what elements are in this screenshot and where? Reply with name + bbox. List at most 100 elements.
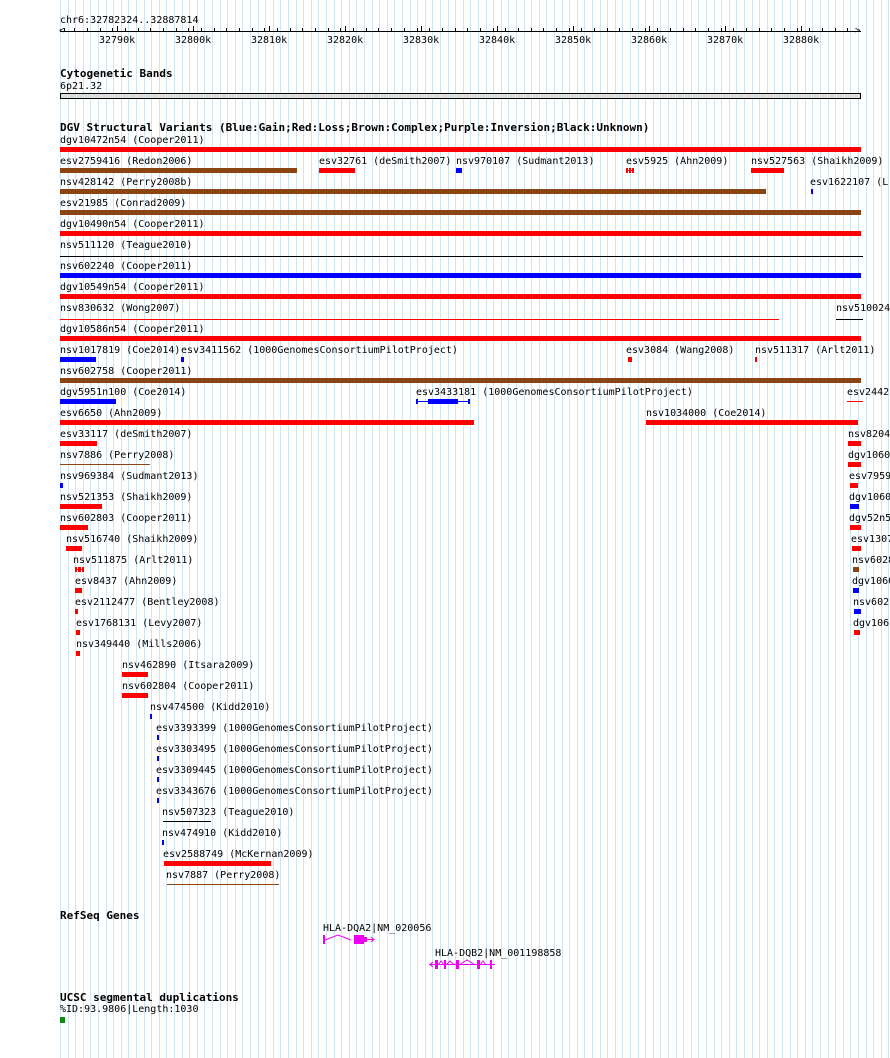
dgv-variant-bar[interactable] bbox=[319, 168, 355, 173]
dgv-variant-label[interactable]: nsv1034000 (Coe2014) bbox=[646, 408, 766, 419]
dgv-variant-bar[interactable] bbox=[157, 777, 159, 782]
dgv-variant-label[interactable]: nsv349440 (Mills2006) bbox=[76, 639, 202, 650]
dgv-variant-bar[interactable] bbox=[163, 821, 211, 822]
dgv-variant-label[interactable]: esv2112477 (Bentley2008) bbox=[75, 597, 220, 608]
dgv-variant-bar[interactable] bbox=[122, 672, 148, 677]
dgv-variant-bar[interactable] bbox=[416, 399, 470, 404]
dgv-variant-label[interactable]: dgv106 bbox=[853, 618, 889, 629]
dgv-variant-bar[interactable] bbox=[850, 504, 859, 509]
dgv-variant-bar[interactable] bbox=[60, 273, 861, 278]
dgv-variant-label[interactable]: nsv6028 bbox=[852, 555, 890, 566]
dgv-variant-label[interactable]: nsv462890 (Itsara2009) bbox=[122, 660, 254, 671]
dgv-variant-label[interactable]: esv3343676 (1000GenomesConsortiumPilotPr… bbox=[156, 786, 433, 797]
dgv-variant-bar[interactable] bbox=[60, 210, 861, 215]
dgv-variant-bar[interactable] bbox=[854, 630, 860, 635]
dgv-variant-label[interactable]: nsv507323 (Teague2010) bbox=[162, 807, 294, 818]
gene-model-hla-dqa2[interactable] bbox=[318, 932, 378, 946]
dgv-variant-bar[interactable] bbox=[157, 798, 159, 803]
dgv-variant-bar[interactable] bbox=[811, 189, 813, 194]
dgv-variant-bar[interactable] bbox=[157, 735, 159, 740]
dgv-variant-bar[interactable] bbox=[60, 147, 861, 152]
dgv-variant-bar[interactable] bbox=[60, 256, 863, 257]
dgv-variant-label[interactable]: esv2759416 (Redon2006) bbox=[60, 156, 192, 167]
dgv-variant-bar[interactable] bbox=[751, 168, 784, 173]
dgv-variant-label[interactable]: nsv511317 (Arlt2011) bbox=[755, 345, 875, 356]
cytoband-track-title[interactable]: Cytogenetic Bands bbox=[60, 68, 173, 80]
dgv-variant-label[interactable]: nsv602803 (Cooper2011) bbox=[60, 513, 192, 524]
dgv-variant-label[interactable]: nsv7886 (Perry2008) bbox=[60, 450, 174, 461]
dgv-variant-bar[interactable] bbox=[60, 464, 150, 465]
gene-model-hla-dqb2[interactable] bbox=[425, 957, 500, 971]
dgv-variant-bar[interactable] bbox=[167, 884, 279, 885]
dgv-variant-bar[interactable] bbox=[60, 336, 861, 341]
dgv-variant-bar[interactable] bbox=[836, 319, 863, 320]
dgv-variant-label[interactable]: esv33117 (deSmith2007) bbox=[60, 429, 192, 440]
dgv-variant-label[interactable]: esv2442 bbox=[847, 387, 889, 398]
dgv-variant-label[interactable]: esv1768131 (Levy2007) bbox=[76, 618, 202, 629]
dgv-variant-bar[interactable] bbox=[852, 546, 861, 551]
dgv-variant-bar[interactable] bbox=[848, 441, 861, 446]
dgv-variant-label[interactable]: esv7959 bbox=[849, 471, 890, 482]
dgv-variant-bar[interactable] bbox=[626, 168, 634, 173]
dgv-variant-label[interactable]: esv6650 (Ahn2009) bbox=[60, 408, 162, 419]
dgv-variant-label[interactable]: nsv527563 (Shaikh2009) bbox=[751, 156, 883, 167]
dgv-variant-label[interactable]: nsv516740 (Shaikh2009) bbox=[66, 534, 198, 545]
dgv-variant-label[interactable]: nsv602 bbox=[853, 597, 889, 608]
dgv-variant-bar[interactable] bbox=[850, 483, 858, 488]
dgv-variant-bar[interactable] bbox=[60, 441, 97, 446]
dgv-track-title[interactable]: DGV Structural Variants (Blue:Gain;Red:L… bbox=[60, 122, 649, 134]
dgv-variant-bar[interactable] bbox=[122, 693, 148, 698]
dgv-variant-label[interactable]: nsv474500 (Kidd2010) bbox=[150, 702, 270, 713]
dgv-variant-bar[interactable] bbox=[850, 525, 861, 530]
dgv-variant-bar[interactable] bbox=[60, 399, 116, 404]
dgv-variant-label[interactable]: nsv521353 (Shaikh2009) bbox=[60, 492, 192, 503]
dgv-variant-label[interactable]: dgv5951n100 (Coe2014) bbox=[60, 387, 186, 398]
dgv-variant-bar[interactable] bbox=[853, 567, 859, 572]
dgv-variant-label[interactable]: esv32761 (deSmith2007) bbox=[319, 156, 451, 167]
dgv-variant-bar[interactable] bbox=[854, 609, 861, 614]
dgv-variant-label[interactable]: nsv830632 (Wong2007) bbox=[60, 303, 180, 314]
dgv-variant-label[interactable]: nsv602758 (Cooper2011) bbox=[60, 366, 192, 377]
dgv-variant-label[interactable]: dgv1060 bbox=[852, 576, 890, 587]
dgv-variant-bar[interactable] bbox=[60, 189, 766, 194]
dgv-variant-label[interactable]: esv3411562 (1000GenomesConsortiumPilotPr… bbox=[181, 345, 458, 356]
cytoband-bar[interactable] bbox=[60, 93, 861, 99]
dgv-variant-label[interactable]: nsv511875 (Arlt2011) bbox=[73, 555, 193, 566]
dgv-variant-label[interactable]: nsv511120 (Teague2010) bbox=[60, 240, 192, 251]
dgv-variant-bar[interactable] bbox=[60, 483, 63, 488]
dgv-variant-bar[interactable] bbox=[847, 401, 863, 402]
dgv-variant-bar[interactable] bbox=[853, 588, 859, 593]
dgv-variant-bar[interactable] bbox=[628, 357, 632, 362]
dgv-variant-bar[interactable] bbox=[60, 504, 102, 509]
dgv-variant-label[interactable]: nsv8204 bbox=[848, 429, 890, 440]
dgv-variant-label[interactable]: nsv474910 (Kidd2010) bbox=[162, 828, 282, 839]
dgv-variant-label[interactable]: esv8437 (Ahn2009) bbox=[75, 576, 177, 587]
dgv-variant-label[interactable]: nsv602240 (Cooper2011) bbox=[60, 261, 192, 272]
dgv-variant-label[interactable]: esv1622107 (L bbox=[810, 177, 888, 188]
segdup-track-title[interactable]: UCSC segmental duplications bbox=[60, 992, 239, 1004]
dgv-variant-label[interactable]: nsv970107 (Sudmant2013) bbox=[456, 156, 594, 167]
dgv-variant-bar[interactable] bbox=[456, 168, 462, 173]
dgv-variant-bar[interactable] bbox=[646, 420, 858, 425]
dgv-variant-label[interactable]: nsv510024 bbox=[836, 303, 890, 314]
dgv-variant-label[interactable]: esv1307 bbox=[851, 534, 890, 545]
dgv-variant-label[interactable]: nsv1017819 (Coe2014) bbox=[60, 345, 180, 356]
dgv-variant-bar[interactable] bbox=[60, 231, 861, 236]
segdup-feature[interactable] bbox=[60, 1017, 65, 1023]
dgv-variant-label[interactable]: dgv1060 bbox=[848, 450, 890, 461]
dgv-variant-label[interactable]: dgv10586n54 (Cooper2011) bbox=[60, 324, 205, 335]
dgv-variant-bar[interactable] bbox=[60, 357, 96, 362]
dgv-variant-label[interactable]: dgv52n5 bbox=[849, 513, 890, 524]
dgv-variant-bar[interactable] bbox=[75, 609, 78, 614]
dgv-variant-bar[interactable] bbox=[60, 319, 779, 320]
dgv-variant-label[interactable]: dgv10472n54 (Cooper2011) bbox=[60, 135, 205, 146]
dgv-variant-label[interactable]: dgv10490n54 (Cooper2011) bbox=[60, 219, 205, 230]
dgv-variant-label[interactable]: esv5925 (Ahn2009) bbox=[626, 156, 728, 167]
dgv-variant-label[interactable]: dgv10549n54 (Cooper2011) bbox=[60, 282, 205, 293]
dgv-variant-label[interactable]: esv3393399 (1000GenomesConsortiumPilotPr… bbox=[156, 723, 433, 734]
refseq-track-title[interactable]: RefSeq Genes bbox=[60, 910, 139, 922]
dgv-variant-label[interactable]: nsv7887 (Perry2008) bbox=[166, 870, 280, 881]
dgv-variant-bar[interactable] bbox=[157, 756, 159, 761]
dgv-variant-bar[interactable] bbox=[60, 378, 861, 383]
dgv-variant-label[interactable]: esv2588749 (McKernan2009) bbox=[163, 849, 314, 860]
